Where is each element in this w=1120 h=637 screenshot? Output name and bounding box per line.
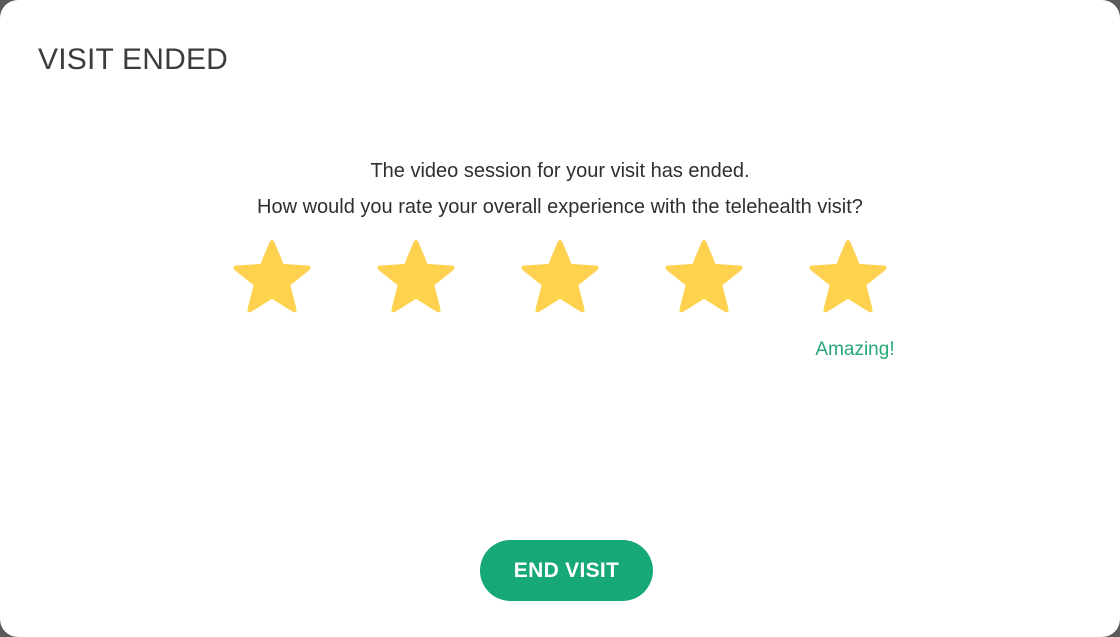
star-rating-4[interactable] bbox=[663, 236, 745, 318]
star-icon bbox=[377, 240, 455, 313]
star-icon bbox=[233, 240, 311, 313]
message-line-rate-question: How would you rate your overall experien… bbox=[257, 196, 863, 218]
star-rating-3[interactable] bbox=[519, 236, 601, 318]
star-rating-2[interactable] bbox=[375, 236, 457, 318]
message-line-session-ended: The video session for your visit has end… bbox=[370, 160, 750, 182]
star-icon bbox=[665, 240, 743, 313]
star-icon bbox=[809, 240, 887, 313]
dialog-title: VISIT ENDED bbox=[38, 43, 229, 76]
rating-label: Amazing! bbox=[815, 339, 895, 360]
end-visit-button[interactable]: END VISIT bbox=[480, 540, 653, 601]
dialog-message: The video session for your visit has end… bbox=[0, 153, 1120, 225]
star-rating bbox=[0, 236, 1120, 318]
visit-ended-dialog: VISIT ENDED The video session for your v… bbox=[0, 0, 1120, 637]
star-rating-1[interactable] bbox=[231, 236, 313, 318]
star-rating-5[interactable] bbox=[807, 236, 889, 318]
star-icon bbox=[521, 240, 599, 313]
